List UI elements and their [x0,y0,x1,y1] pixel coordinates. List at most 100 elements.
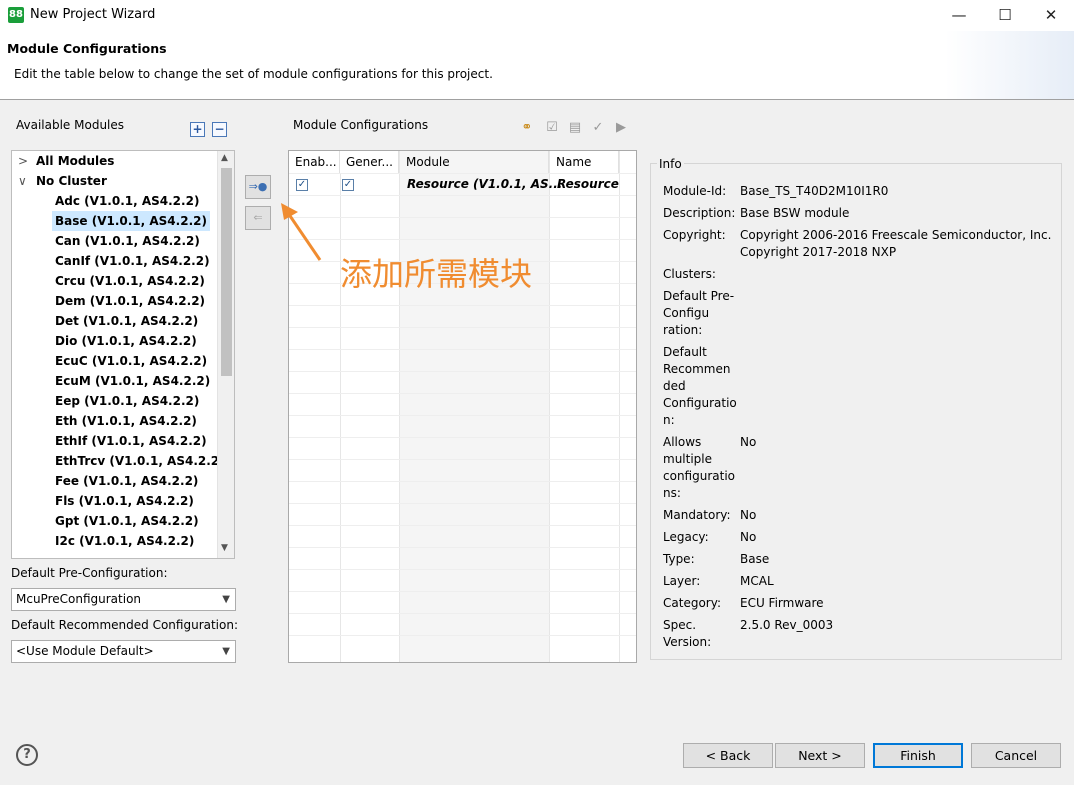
check-config-icon[interactable]: ☑ [543,119,561,137]
next-button[interactable]: Next > [775,743,865,768]
row-module-cell[interactable]: Resource (V1.0.1, AS... [407,177,562,191]
table-gridline [289,217,636,218]
info-key: Default Recommen ded Configuratio n: [663,345,737,427]
generate-icon[interactable]: ▶ [612,119,630,137]
wizard-header: Module Configurations Edit the table bel… [0,31,1074,100]
scroll-down-icon[interactable]: ▼ [221,543,228,553]
tree-item[interactable]: EthIf (V1.0.1, AS4.2.2) [52,431,210,451]
default-recommended-config-select[interactable]: <Use Module Default> ▼ [11,640,236,663]
sorted-column-shade [399,151,549,662]
cancel-button[interactable]: Cancel [971,743,1061,768]
column-header-generate[interactable]: Gener... [340,151,399,173]
add-module-icon: ⇒● [248,180,268,193]
info-key: Spec. Version: [663,618,712,649]
chevron-right-icon[interactable]: > [18,151,36,171]
default-pre-config-select[interactable]: McuPreConfiguration ▼ [11,588,236,611]
table-gridline [289,305,636,306]
tree-item-label: EthIf (V1.0.1, AS4.2.2) [55,434,207,448]
table-gridline [289,415,636,416]
help-icon[interactable]: ? [16,744,38,766]
tree-item[interactable]: Dio (V1.0.1, AS4.2.2) [52,331,200,351]
info-value: Base [740,552,770,566]
annotation-text: 添加所需模块 [340,255,533,293]
link-icon[interactable]: ⚭ [518,119,536,137]
tree-item-label: Adc (V1.0.1, AS4.2.2) [55,194,200,208]
info-key: Type: [663,552,695,566]
chevron-down-icon[interactable]: ∨ [18,171,36,191]
tree-item[interactable]: Gpt (V1.0.1, AS4.2.2) [52,511,202,531]
tree-item-label: Fee (V1.0.1, AS4.2.2) [55,474,199,488]
tree-item[interactable]: I2c (V1.0.1, AS4.2.2) [52,531,197,551]
info-value: ECU Firmware [740,596,824,610]
tree-item-label: Crcu (V1.0.1, AS4.2.2) [55,274,205,288]
tree-item[interactable]: Can (V1.0.1, AS4.2.2) [52,231,203,251]
info-key: Layer: [663,574,701,588]
row-generate-checkbox[interactable]: ✓ [342,179,354,191]
tree-item[interactable]: CanIf (V1.0.1, AS4.2.2) [52,251,213,271]
tree-item[interactable]: Adc (V1.0.1, AS4.2.2) [52,191,202,211]
minimize-icon[interactable]: — [936,0,982,31]
tree-item[interactable]: EcuM (V1.0.1, AS4.2.2) [52,371,213,391]
row-name-cell[interactable]: Resource [557,177,619,191]
expand-all-icon[interactable]: + [190,122,205,137]
tree-item[interactable]: Base (V1.0.1, AS4.2.2) [52,211,210,231]
tree-item[interactable]: Fls (V1.0.1, AS4.2.2) [52,491,197,511]
scroll-thumb[interactable] [221,168,232,376]
column-header-name[interactable]: Name [550,151,619,173]
table-gridline [289,437,636,438]
info-key: Module-Id: [663,184,727,198]
remove-module-button[interactable]: ⇐ [245,206,271,230]
tree-item[interactable]: Eep (V1.0.1, AS4.2.2) [52,391,202,411]
title-bar: 88 New Project Wizard — ☐ ✕ [0,0,1074,31]
scroll-up-icon[interactable]: ▲ [221,153,228,163]
annotation-arrow-icon [281,203,322,261]
chevron-down-icon: ▼ [222,646,230,657]
tree-item-label: Gpt (V1.0.1, AS4.2.2) [55,514,199,528]
tree-item[interactable]: EthTrcv (V1.0.1, AS4.2.2) [52,451,228,471]
available-modules-tree[interactable]: > All Modules ∨ No Cluster Adc (V1.0.1, AS4.… [11,150,235,559]
tree-item-label: Dio (V1.0.1, AS4.2.2) [55,334,197,348]
collapse-all-icon[interactable]: − [212,122,227,137]
finish-button[interactable]: Finish [873,743,963,768]
app-icon: 88 [8,7,24,23]
info-title: Info [657,157,684,171]
tree-item[interactable]: Fee (V1.0.1, AS4.2.2) [52,471,201,491]
info-value: MCAL [740,574,774,588]
tree-item[interactable]: > All Modules [18,151,114,171]
chevron-down-icon: ▼ [222,594,230,605]
clipboard-icon[interactable]: ▤ [566,119,584,137]
module-configurations-table[interactable]: Enab... Gener... Module ^ Name ✓ ✓ Resou… [288,150,637,663]
info-value: No [740,435,757,449]
table-gridline [289,591,636,592]
row-enabled-checkbox[interactable]: ✓ [296,179,308,191]
table-gridline [289,349,636,350]
tree-item-label: EthTrcv (V1.0.1, AS4.2.2) [55,454,225,468]
table-gridline [289,393,636,394]
page-title: Module Configurations [7,41,167,56]
tree-item[interactable]: Crcu (V1.0.1, AS4.2.2) [52,271,208,291]
info-value: Copyright 2017-2018 NXP [740,245,897,259]
tree-item-label: Can (V1.0.1, AS4.2.2) [55,234,200,248]
tree-item-label: EcuM (V1.0.1, AS4.2.2) [55,374,211,388]
close-icon[interactable]: ✕ [1028,0,1074,31]
back-button[interactable]: < Back [683,743,773,768]
tree-item-label: All Modules [36,154,115,168]
tree-item[interactable]: ∨ No Cluster [18,171,107,191]
tree-item[interactable]: Dem (V1.0.1, AS4.2.2) [52,291,208,311]
validate-icon[interactable]: ✓ [589,119,607,137]
info-key: Mandatory: [663,508,731,522]
table-gridline [289,459,636,460]
page-description: Edit the table below to change the set o… [14,67,493,81]
info-value: No [740,530,757,544]
tree-item-label: Dem (V1.0.1, AS4.2.2) [55,294,206,308]
tree-scrollbar[interactable]: ▲ ▼ [217,151,234,558]
tree-item[interactable]: Det (V1.0.1, AS4.2.2) [52,311,201,331]
column-header-enabled[interactable]: Enab... [289,151,340,173]
available-modules-label: Available Modules [16,118,125,132]
window-title: New Project Wizard [30,7,156,22]
info-value: Base_TS_T40D2M10I1R0 [740,184,889,198]
maximize-icon[interactable]: ☐ [982,0,1028,31]
tree-item[interactable]: Eth (V1.0.1, AS4.2.2) [52,411,200,431]
add-module-button[interactable]: ⇒● [245,175,271,199]
tree-item[interactable]: EcuC (V1.0.1, AS4.2.2) [52,351,210,371]
